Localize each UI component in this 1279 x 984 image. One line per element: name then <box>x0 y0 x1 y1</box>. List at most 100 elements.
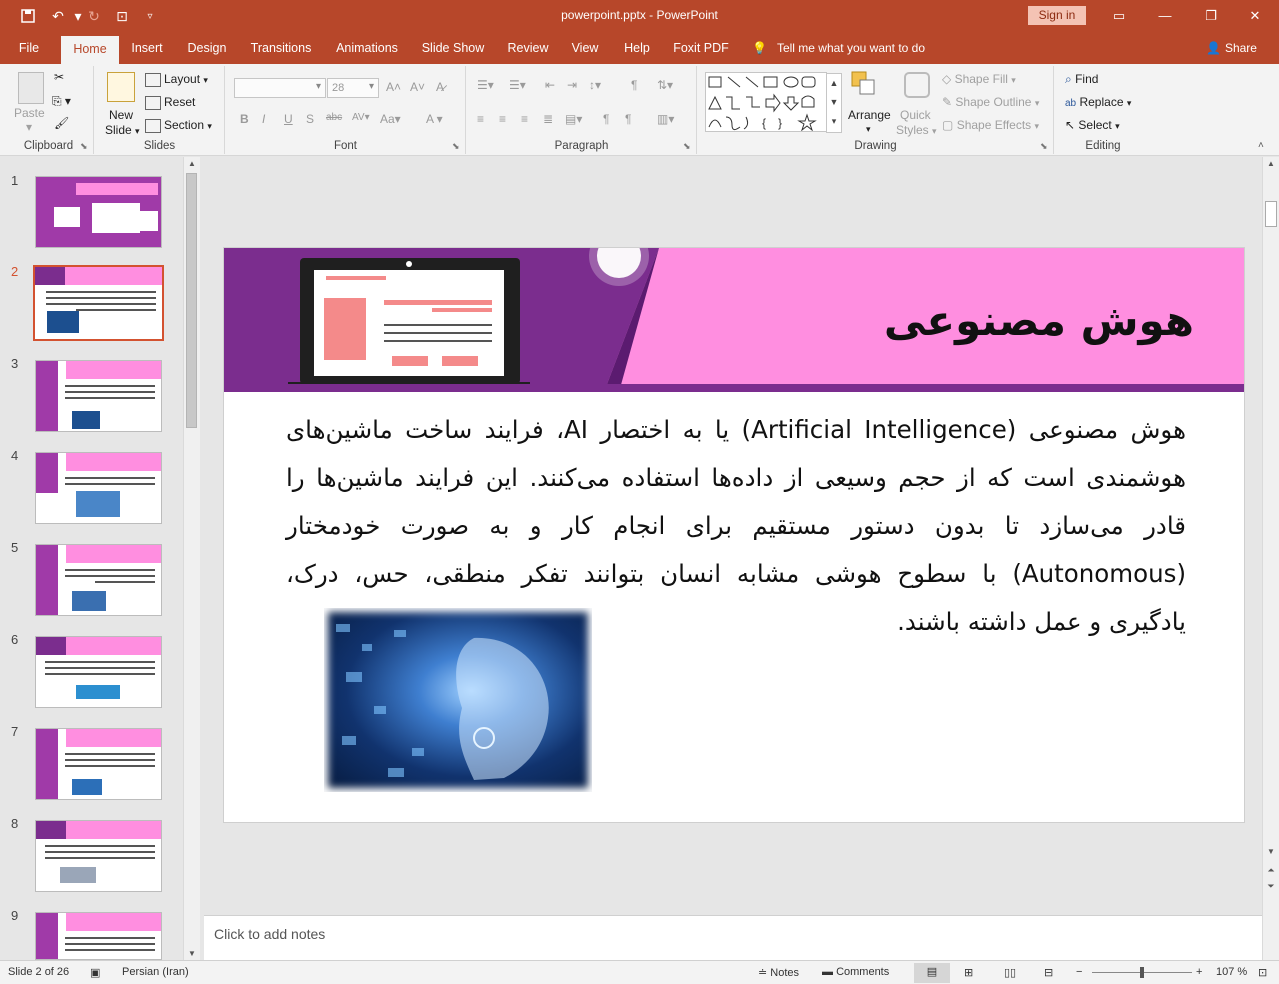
italic-icon[interactable]: I <box>262 112 265 126</box>
slide-thumbnail-3[interactable] <box>35 360 162 432</box>
quick-styles-button[interactable]: Styles ▾ <box>896 123 937 137</box>
bullets-icon[interactable]: ☰▾ <box>477 78 494 92</box>
font-color-icon[interactable]: A ▾ <box>426 112 443 126</box>
strikethrough-icon[interactable]: abc <box>326 112 342 123</box>
shapes-gallery[interactable]: { } ▲ ▼ ▾ <box>705 72 842 133</box>
slide-thumbnail-2[interactable] <box>33 265 164 341</box>
cut-icon[interactable]: ✂ <box>54 70 64 84</box>
tab-review[interactable]: Review <box>502 32 554 64</box>
slide-thumbnail-4[interactable] <box>35 452 162 524</box>
select-button[interactable]: ↖ Select ▾ <box>1065 118 1120 132</box>
align-right-icon[interactable]: ≡ <box>521 112 528 126</box>
bold-icon[interactable]: B <box>240 112 249 126</box>
line-spacing-icon[interactable]: ↕▾ <box>589 78 601 92</box>
tab-transitions[interactable]: Transitions <box>246 32 316 64</box>
underline-icon[interactable]: U <box>284 112 293 126</box>
paste-dropdown-icon[interactable]: ▾ <box>26 120 32 134</box>
zoom-in-icon[interactable]: + <box>1196 966 1202 978</box>
thumbnails-scroll-thumb[interactable] <box>186 173 197 428</box>
tell-me-search[interactable]: 💡 Tell me what you want to do <box>752 32 925 64</box>
quick-styles-icon[interactable] <box>902 70 932 103</box>
zoom-slider-thumb[interactable] <box>1140 967 1144 978</box>
increase-font-icon[interactable]: A˄ <box>386 80 401 94</box>
next-slide-icon[interactable]: ⏷ <box>1263 881 1279 892</box>
tab-insert[interactable]: Insert <box>124 32 170 64</box>
tab-animations[interactable]: Animations <box>330 32 404 64</box>
distribute-icon[interactable]: ▤▾ <box>565 112 582 126</box>
quick-styles-label-1[interactable]: Quick <box>900 108 931 122</box>
columns-icon[interactable]: ▥▾ <box>657 112 674 126</box>
notes-toggle-button[interactable]: ≐ Notes <box>758 966 799 979</box>
previous-slide-icon[interactable]: ⏶ <box>1263 865 1279 876</box>
rtl-icon[interactable]: ¶ <box>631 78 637 92</box>
character-spacing-icon[interactable]: AV▾ <box>352 112 370 123</box>
arrange-dropdown-icon[interactable]: ▾ <box>866 124 871 135</box>
justify-icon[interactable]: ≣ <box>543 112 553 126</box>
shape-effects-button[interactable]: ▢ Shape Effects ▾ <box>942 118 1039 132</box>
close-icon[interactable]: ✕ <box>1232 4 1278 28</box>
new-slide-button[interactable]: Slide ▾ <box>105 123 140 137</box>
layout-button[interactable]: Layout ▾ <box>145 72 208 87</box>
slide-title[interactable]: هوش مصنوعی <box>884 296 1194 345</box>
section-button[interactable]: Section ▾ <box>145 118 212 133</box>
notes-pane[interactable]: Click to add notes <box>204 915 1262 960</box>
share-button[interactable]: 👤 Share <box>1206 32 1257 64</box>
shadow-icon[interactable]: S <box>306 112 314 126</box>
tab-design[interactable]: Design <box>182 32 232 64</box>
tab-home[interactable]: Home <box>61 36 119 64</box>
sign-in-button[interactable]: Sign in <box>1028 6 1086 25</box>
language-indicator[interactable]: Persian (Iran) <box>122 966 189 978</box>
slide-thumbnail-7[interactable] <box>35 728 162 800</box>
slideshow-view-icon[interactable]: ⊟ <box>1044 966 1053 979</box>
drawing-launcher-icon[interactable]: ⬊ <box>1040 141 1048 152</box>
align-center-icon[interactable]: ≡ <box>499 112 506 126</box>
shape-outline-button[interactable]: ✎ Shape Outline ▾ <box>942 95 1039 109</box>
paste-button[interactable]: Paste <box>14 106 45 120</box>
tab-foxit-pdf[interactable]: Foxit PDF <box>670 32 732 64</box>
decrease-indent-icon[interactable]: ⇤ <box>545 78 555 92</box>
new-slide-label-1[interactable]: New <box>109 108 133 122</box>
fit-slide-icon[interactable]: ⊡ <box>1258 966 1267 979</box>
scroll-down-icon[interactable]: ▼ <box>1263 847 1279 856</box>
comments-button[interactable]: ▬ Comments <box>822 966 889 978</box>
scroll-down-icon[interactable]: ▼ <box>184 949 200 958</box>
arrange-button[interactable]: Arrange <box>848 108 891 122</box>
ai-head-image[interactable] <box>324 608 592 792</box>
minimize-icon[interactable]: — <box>1142 4 1188 28</box>
decrease-font-icon[interactable]: A˅ <box>410 80 425 94</box>
numbering-icon[interactable]: ☰▾ <box>509 78 526 92</box>
scroll-up-icon[interactable]: ▲ <box>184 159 200 168</box>
slide-scrollbar[interactable]: ▲ ▼ ⏶ ⏷ <box>1262 157 1279 960</box>
restore-icon[interactable]: ❐ <box>1188 4 1234 28</box>
format-painter-icon[interactable]: 🖌 <box>54 116 69 130</box>
change-case-icon[interactable]: Aa▾ <box>380 112 401 126</box>
font-name-dropdown[interactable]: ▾ <box>234 78 326 98</box>
shape-fill-button[interactable]: ◇ Shape Fill ▾ <box>942 72 1016 86</box>
tab-slide-show[interactable]: Slide Show <box>418 32 488 64</box>
new-slide-icon[interactable] <box>107 72 135 102</box>
slide-thumbnail-6[interactable] <box>35 636 162 708</box>
clear-formatting-icon[interactable]: A̷ <box>436 80 444 94</box>
clipboard-launcher-icon[interactable]: ⬊ <box>80 141 88 152</box>
replace-button[interactable]: ab Replace ▾ <box>1065 95 1131 109</box>
arrange-icon[interactable] <box>850 70 878 101</box>
ltr-icon[interactable]: ¶ <box>603 112 609 126</box>
spell-check-icon[interactable]: ▣ <box>90 966 100 979</box>
paste-icon[interactable] <box>18 72 44 104</box>
font-launcher-icon[interactable]: ⬊ <box>452 141 460 152</box>
paragraph-launcher-icon[interactable]: ⬊ <box>683 141 691 152</box>
align-left-icon[interactable]: ≡ <box>477 112 484 126</box>
shapes-gallery-more-icon[interactable]: ▲ ▼ ▾ <box>826 73 842 133</box>
zoom-level[interactable]: 107 % <box>1216 966 1247 978</box>
text-direction-icon[interactable]: ⇅▾ <box>657 78 673 92</box>
slide-thumbnail-5[interactable] <box>35 544 162 616</box>
copy-icon[interactable]: ⎘ ▾ <box>52 94 71 109</box>
collapse-ribbon-icon[interactable]: ˄ <box>1258 140 1264 151</box>
slide-thumbnail-8[interactable] <box>35 820 162 892</box>
ribbon-display-icon[interactable]: ▭ <box>1096 4 1142 28</box>
rtl-paragraph-icon[interactable]: ¶ <box>625 112 631 126</box>
slide-scroll-thumb[interactable] <box>1265 201 1277 227</box>
slide-thumbnail-9[interactable] <box>35 912 162 960</box>
tab-file[interactable]: File <box>8 32 50 64</box>
scroll-up-icon[interactable]: ▲ <box>1263 159 1279 168</box>
